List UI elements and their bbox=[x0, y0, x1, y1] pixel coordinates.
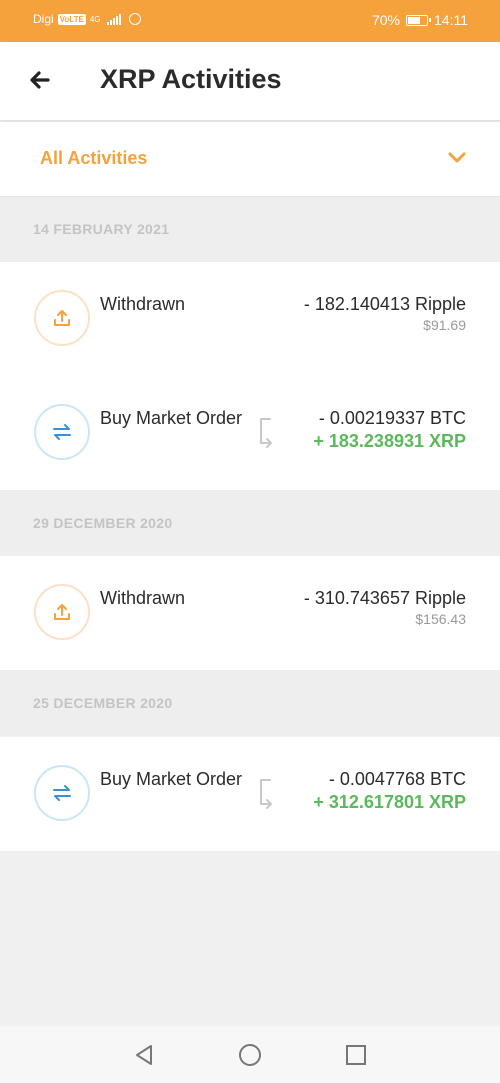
signal-icon bbox=[106, 13, 121, 25]
activity-row[interactable]: Buy Market Order - 0.0047768 BTC + 312.6… bbox=[0, 737, 500, 851]
activity-amount: - 182.140413 Ripple bbox=[303, 294, 466, 314]
activity-group: Withdrawn - 182.140413 Ripple $91.69 Buy… bbox=[0, 262, 500, 490]
volte-badge: VoLTE bbox=[57, 13, 86, 25]
network-type: 4G bbox=[89, 14, 101, 24]
battery-icon bbox=[406, 14, 431, 26]
app-bar: XRP Activities bbox=[0, 42, 500, 120]
date-label: 25 DECEMBER 2020 bbox=[33, 695, 173, 711]
activity-amount: - 0.0047768 BTC bbox=[328, 769, 466, 789]
activity-group: Withdrawn - 310.743657 Ripple $156.43 bbox=[0, 556, 500, 670]
alarm-icon bbox=[128, 13, 141, 25]
activity-received-amount: + 183.238931 XRP bbox=[313, 431, 466, 451]
battery-percent: 70% bbox=[371, 12, 400, 28]
chevron-down-icon bbox=[448, 152, 466, 163]
filter-label: All Activities bbox=[40, 148, 148, 168]
activity-row[interactable]: Withdrawn - 182.140413 Ripple $91.69 bbox=[0, 262, 500, 376]
activity-amount: - 310.743657 Ripple bbox=[303, 588, 466, 608]
date-header: 29 DECEMBER 2020 bbox=[0, 490, 500, 555]
back-arrow-icon[interactable] bbox=[26, 66, 54, 94]
activity-title: Withdrawn bbox=[100, 588, 186, 608]
system-nav-bar bbox=[0, 1026, 500, 1083]
activity-title: Buy Market Order bbox=[100, 408, 243, 428]
status-right: 70% 14:11 bbox=[372, 12, 468, 28]
date-label: 14 FEBRUARY 2021 bbox=[33, 221, 170, 237]
clock: 14:11 bbox=[434, 12, 468, 28]
status-bar: Digi VoLTE 4G 70% 14:11 bbox=[0, 0, 500, 42]
upload-icon bbox=[34, 290, 90, 346]
date-header: 14 FEBRUARY 2021 bbox=[0, 197, 500, 262]
activity-amount: - 0.00219337 BTC bbox=[318, 408, 466, 428]
date-label: 29 DECEMBER 2020 bbox=[33, 515, 173, 531]
activity-fiat-value: $91.69 bbox=[423, 317, 466, 333]
upload-icon bbox=[34, 584, 90, 640]
carrier-name: Digi bbox=[33, 12, 54, 26]
date-header: 25 DECEMBER 2020 bbox=[0, 670, 500, 735]
activity-row[interactable]: Withdrawn - 310.743657 Ripple $156.43 bbox=[0, 556, 500, 670]
recents-square-icon[interactable] bbox=[343, 1042, 369, 1068]
status-left: Digi VoLTE 4G bbox=[33, 12, 141, 26]
swap-icon bbox=[34, 765, 90, 821]
activity-title: Buy Market Order bbox=[100, 769, 243, 789]
swap-icon bbox=[34, 404, 90, 460]
activity-title: Withdrawn bbox=[100, 294, 186, 314]
back-triangle-icon[interactable] bbox=[131, 1042, 157, 1068]
battery-fill bbox=[408, 16, 420, 24]
page-title: XRP Activities bbox=[100, 64, 282, 94]
exchange-connector-icon bbox=[260, 779, 272, 809]
activity-filter-dropdown[interactable]: All Activities bbox=[0, 122, 500, 196]
activity-group: Buy Market Order - 0.0047768 BTC + 312.6… bbox=[0, 737, 500, 851]
activity-fiat-value: $156.43 bbox=[415, 611, 466, 627]
activity-received-amount: + 312.617801 XRP bbox=[313, 792, 466, 812]
home-circle-icon[interactable] bbox=[237, 1042, 263, 1068]
exchange-connector-icon bbox=[260, 418, 272, 448]
activity-row[interactable]: Buy Market Order - 0.00219337 BTC + 183.… bbox=[0, 376, 500, 490]
